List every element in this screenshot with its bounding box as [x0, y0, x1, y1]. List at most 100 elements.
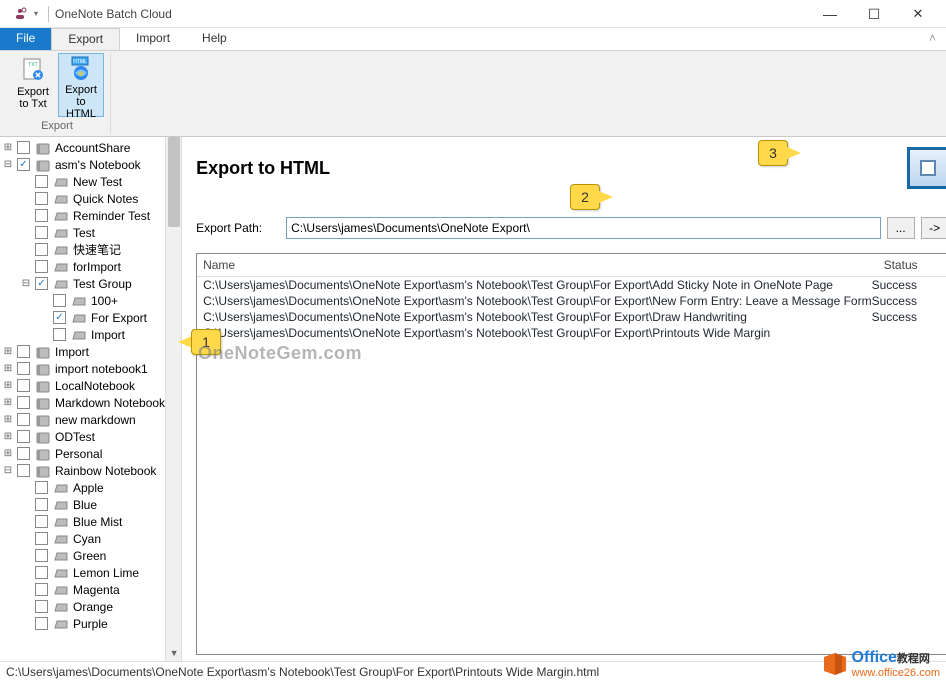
checkbox[interactable] — [17, 141, 30, 154]
checkbox[interactable] — [17, 413, 30, 426]
tree-node[interactable]: Green — [0, 547, 165, 564]
qat-dropdown-icon[interactable]: ▾ — [34, 9, 38, 18]
checkbox[interactable] — [35, 549, 48, 562]
expand-icon[interactable]: ⊟ — [20, 278, 32, 290]
tree-node[interactable]: Orange — [0, 598, 165, 615]
checkbox[interactable] — [35, 600, 48, 613]
col-name[interactable]: Name — [197, 254, 878, 276]
checkbox[interactable] — [35, 498, 48, 511]
list-row[interactable]: C:\Users\james\Documents\OneNote Export\… — [197, 293, 946, 309]
tree-node[interactable]: ⊞import notebook1 — [0, 360, 165, 377]
list-row[interactable]: C:\Users\james\Documents\OneNote Export\… — [197, 325, 946, 341]
expand-icon[interactable]: ⊞ — [2, 363, 14, 375]
tree-node[interactable]: Apple — [0, 479, 165, 496]
tab-import[interactable]: Import — [120, 28, 186, 50]
tab-export[interactable]: Export — [51, 28, 120, 50]
minimize-button[interactable]: — — [808, 0, 852, 28]
tree-scrollbar[interactable]: ▲ ▼ — [165, 137, 181, 661]
tree-node[interactable]: 100+ — [0, 292, 165, 309]
tree-node[interactable]: 快速笔记 — [0, 241, 165, 258]
checkbox[interactable] — [53, 294, 66, 307]
open-folder-button[interactable]: -> — [921, 217, 946, 239]
tree-node[interactable]: Test — [0, 224, 165, 241]
tree-node[interactable]: ✓For Export — [0, 309, 165, 326]
checkbox[interactable] — [17, 345, 30, 358]
checkbox[interactable] — [35, 260, 48, 273]
tab-file[interactable]: File — [0, 28, 51, 50]
tree-node[interactable]: ⊞AccountShare — [0, 139, 165, 156]
expand-icon[interactable]: ⊞ — [2, 397, 14, 409]
close-button[interactable]: ✕ — [896, 0, 940, 28]
export-to-txt-label: Export to Txt — [13, 86, 53, 110]
tree-node[interactable]: Quick Notes — [0, 190, 165, 207]
tree-node[interactable]: Reminder Test — [0, 207, 165, 224]
checkbox[interactable] — [35, 175, 48, 188]
notebook-icon — [36, 160, 50, 170]
tree-node[interactable]: ⊟✓asm's Notebook — [0, 156, 165, 173]
scroll-down-icon[interactable]: ▼ — [166, 645, 182, 661]
checkbox[interactable] — [17, 430, 30, 443]
list-header[interactable]: Name Status — [197, 254, 946, 277]
list-row[interactable]: C:\Users\james\Documents\OneNote Export\… — [197, 277, 946, 293]
tree-node[interactable]: Lemon Lime — [0, 564, 165, 581]
expand-icon[interactable]: ⊞ — [2, 346, 14, 358]
tree-node[interactable]: Blue — [0, 496, 165, 513]
expand-icon[interactable]: ⊟ — [2, 465, 14, 477]
tree-node[interactable]: ⊞Personal — [0, 445, 165, 462]
checkbox[interactable]: ✓ — [53, 311, 66, 324]
checkbox[interactable] — [35, 481, 48, 494]
tree-node[interactable]: Purple — [0, 615, 165, 632]
tree-node[interactable]: forImport — [0, 258, 165, 275]
browse-button[interactable]: ... — [887, 217, 915, 239]
tree-node[interactable]: New Test — [0, 173, 165, 190]
expand-icon[interactable]: ⊞ — [2, 431, 14, 443]
tab-help[interactable]: Help — [186, 28, 243, 50]
checkbox[interactable] — [17, 396, 30, 409]
checkbox[interactable] — [35, 209, 48, 222]
checkbox[interactable] — [17, 379, 30, 392]
tree-node[interactable]: Blue Mist — [0, 513, 165, 530]
checkbox[interactable] — [35, 532, 48, 545]
expand-icon[interactable]: ⊟ — [2, 159, 14, 171]
expand-icon[interactable]: ⊞ — [2, 414, 14, 426]
checkbox[interactable] — [35, 583, 48, 596]
tree-node[interactable]: ⊞LocalNotebook — [0, 377, 165, 394]
tree-node[interactable]: Magenta — [0, 581, 165, 598]
export-to-html-button[interactable]: HTMLe Export to HTML — [58, 53, 104, 117]
expand-icon[interactable]: ⊞ — [2, 380, 14, 392]
scroll-thumb[interactable] — [168, 137, 180, 227]
tree-node[interactable]: ⊞ODTest — [0, 428, 165, 445]
checkbox[interactable]: ✓ — [35, 277, 48, 290]
checkbox[interactable]: ✓ — [17, 158, 30, 171]
checkbox[interactable] — [17, 362, 30, 375]
tree-node[interactable]: ⊟✓Test Group — [0, 275, 165, 292]
checkbox[interactable] — [35, 617, 48, 630]
checkbox[interactable] — [35, 192, 48, 205]
tree-node[interactable]: ⊟Rainbow Notebook — [0, 462, 165, 479]
tree-node[interactable]: Cyan — [0, 530, 165, 547]
checkbox[interactable] — [35, 226, 48, 239]
export-to-txt-button[interactable]: TXT Export to Txt — [10, 53, 56, 117]
checkbox[interactable] — [35, 515, 48, 528]
export-path-input[interactable] — [286, 217, 881, 239]
list-body[interactable]: C:\Users\james\Documents\OneNote Export\… — [197, 277, 946, 654]
maximize-button[interactable]: ☐ — [852, 0, 896, 28]
run-stop-button[interactable] — [907, 147, 946, 189]
notebook-tree[interactable]: ⊞AccountShare⊟✓asm's Notebook New TestQui… — [0, 137, 165, 661]
tree-node[interactable]: ⊞new markdown — [0, 411, 165, 428]
tree-label: New Test — [71, 175, 122, 189]
tree-node[interactable]: ⊞Import — [0, 343, 165, 360]
checkbox[interactable] — [53, 328, 66, 341]
col-status[interactable]: Status — [878, 254, 946, 276]
tree-node[interactable]: Import — [0, 326, 165, 343]
checkbox[interactable] — [17, 447, 30, 460]
expand-icon[interactable]: ⊞ — [2, 448, 14, 460]
tree-node[interactable]: ⊞Markdown Notebook — [0, 394, 165, 411]
section-icon — [54, 279, 68, 289]
expand-icon[interactable]: ⊞ — [2, 142, 14, 154]
checkbox[interactable] — [35, 243, 48, 256]
list-row[interactable]: C:\Users\james\Documents\OneNote Export\… — [197, 309, 946, 325]
checkbox[interactable] — [17, 464, 30, 477]
checkbox[interactable] — [35, 566, 48, 579]
ribbon-collapse-icon[interactable]: ˄ — [919, 28, 946, 50]
